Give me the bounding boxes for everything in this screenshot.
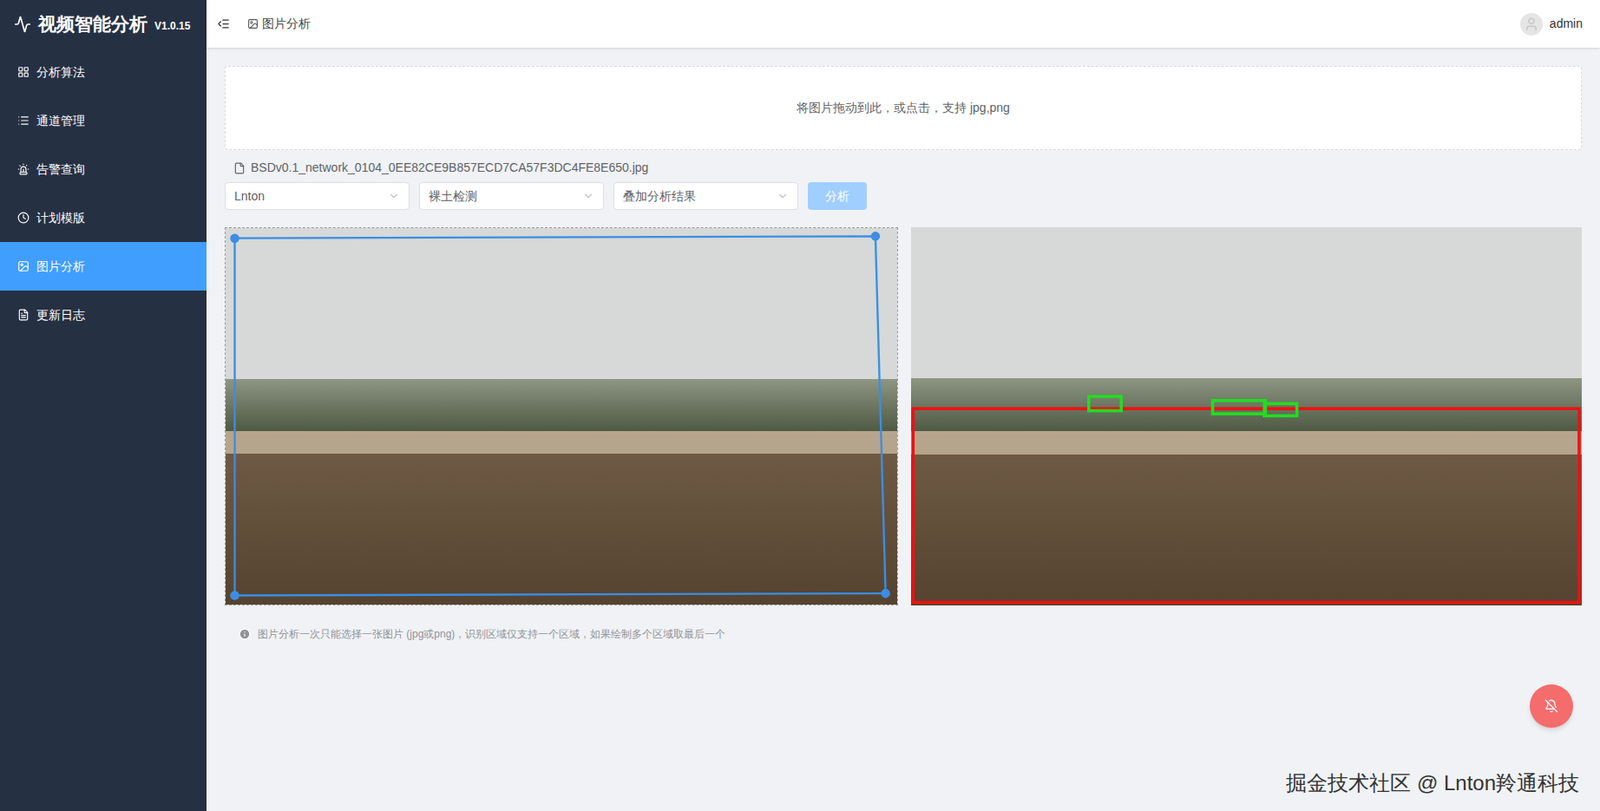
- file-icon: [233, 162, 246, 175]
- main: 图片分析 admin 将图片拖动到此，或点击，支持 jpg,png BSDv0.1_n…: [206, 0, 1600, 811]
- sidebar-item[interactable]: 通道管理: [0, 96, 207, 145]
- content: 将图片拖动到此，或点击，支持 jpg,png BSDv0.1_network_01…: [206, 47, 1600, 811]
- bell-off-icon: [1544, 699, 1559, 714]
- alarm-toggle-button[interactable]: [1529, 684, 1574, 728]
- menu-icon: [17, 114, 30, 127]
- select[interactable]: 叠加分析结果: [613, 182, 799, 210]
- result-photo: [911, 227, 1583, 606]
- sidebar-item[interactable]: 图片分析: [0, 242, 207, 291]
- user-icon: [1523, 16, 1540, 33]
- menu-icon: [17, 65, 30, 79]
- source-image[interactable]: [224, 227, 899, 606]
- sidebar-title: 视频智能分析V1.0.15: [0, 0, 207, 48]
- sidebar-item[interactable]: 更新日志: [0, 290, 207, 340]
- app: 视频智能分析V1.0.15分析算法通道管理告警查询计划模版图片分析更新日志图片分…: [0, 0, 1600, 811]
- chevron-icon: [582, 190, 595, 203]
- menu-icon: [17, 163, 30, 176]
- image-row: [224, 227, 1582, 606]
- select[interactable]: 裸土检测: [419, 182, 604, 210]
- sidebar-item[interactable]: 计划模版: [0, 193, 207, 243]
- result-image: [911, 227, 1583, 606]
- chevron-icon: [387, 190, 400, 203]
- info-icon: [238, 628, 251, 641]
- upload-area[interactable]: 将图片拖动到此，或点击，支持 jpg,png: [224, 65, 1582, 151]
- avatar: [1520, 13, 1543, 36]
- breadcrumb: 图片分析: [262, 14, 311, 33]
- collapse-icon[interactable]: [216, 17, 230, 31]
- chevron-icon: [776, 190, 789, 203]
- sidebar-item[interactable]: 告警查询: [0, 144, 207, 194]
- sidebar: 视频智能分析V1.0.15分析算法通道管理告警查询计划模版图片分析更新日志: [0, 0, 207, 811]
- file-item: BSDv0.1_network_0104_0EE82CE9B857ECD7CA5…: [224, 158, 1582, 178]
- watermark: 掘金技术社区 @ Lnton羚通科技: [1285, 767, 1580, 800]
- menu-icon: [17, 211, 30, 224]
- analyze-button[interactable]: 分析: [807, 182, 867, 210]
- top-bar: 图片分析 admin: [206, 0, 1600, 48]
- toolbar: Lnton 裸土检测叠加分析结果分析: [224, 182, 1582, 210]
- source-photo: [225, 228, 898, 605]
- menu-icon: [17, 260, 30, 273]
- region-polygon[interactable]: [225, 228, 898, 605]
- hint: 图片分析一次只能选择一张图片 (jpg或png)，识别区域仅支持一个区域，如果绘…: [224, 626, 1582, 643]
- menu-icon: [17, 308, 30, 322]
- detection-boxes: [911, 227, 1583, 606]
- sidebar-item[interactable]: 分析算法: [0, 47, 207, 97]
- logo-icon: [13, 15, 32, 33]
- breadcrumb-icon: [247, 18, 259, 30]
- select[interactable]: Lnton: [224, 182, 410, 210]
- user-menu[interactable]: admin: [1520, 13, 1590, 36]
